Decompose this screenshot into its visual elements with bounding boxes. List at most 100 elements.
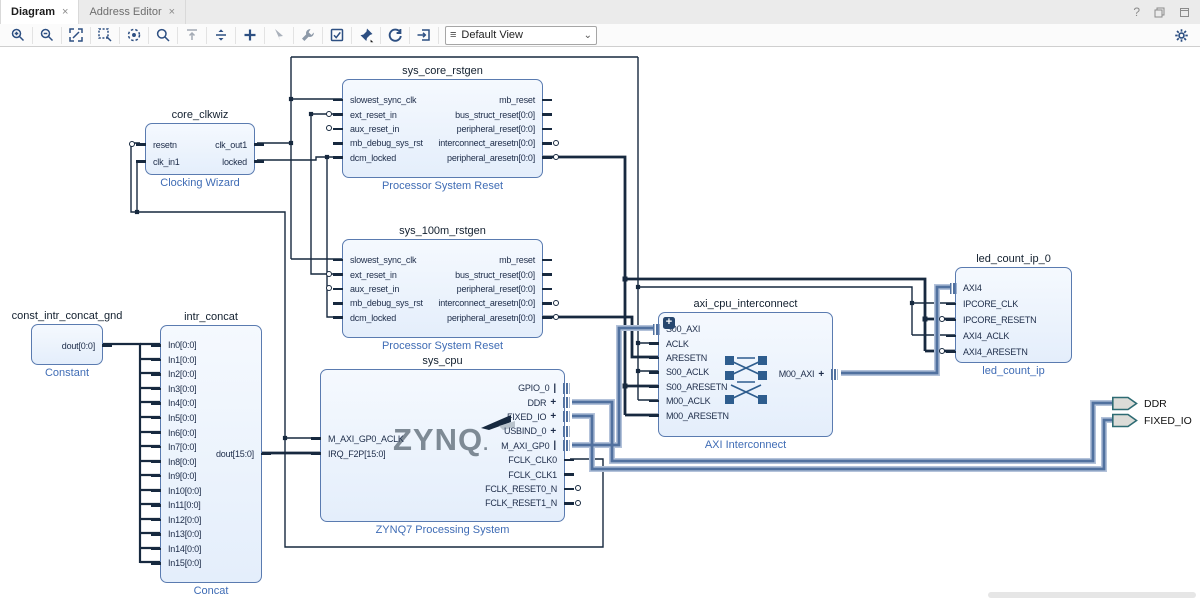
port-m_axi_gp0_aclk[interactable]: M_AXI_GP0_ACLK xyxy=(328,431,404,446)
port-m00_axi[interactable]: M00_AXI+ xyxy=(779,366,825,382)
external-port-ddr[interactable]: DDR xyxy=(1112,396,1167,411)
port-m00_aresetn[interactable]: M00_ARESETN xyxy=(666,408,729,422)
port-peripheral_reset00[interactable]: peripheral_reset[0:0] xyxy=(457,282,535,296)
port-fixed_io[interactable]: FIXED_IO+ xyxy=(507,410,557,424)
port-clk_out1[interactable]: clk_out1 xyxy=(215,136,247,153)
port-in900[interactable]: In9[0:0] xyxy=(168,469,196,484)
block-axi-interconnect[interactable]: axi_cpu_interconnect + S00_AXIACLKARESET… xyxy=(658,312,833,437)
port-in800[interactable]: In8[0:0] xyxy=(168,454,196,469)
pin-button[interactable] xyxy=(357,26,375,44)
port-ipcore_resetn[interactable]: IPCORE_RESETN xyxy=(963,312,1036,328)
port-aux_reset_in[interactable]: aux_reset_in xyxy=(350,122,399,136)
port-aresetn[interactable]: ARESETN xyxy=(666,351,707,365)
port-resetn[interactable]: resetn xyxy=(153,136,177,153)
port-interconnect_aresetn00[interactable]: interconnect_aresetn[0:0] xyxy=(438,296,535,310)
block-sys-100m-rstgen[interactable]: sys_100m_rstgen slowest_sync_clkext_rese… xyxy=(342,239,543,338)
port-fclk_clk1[interactable]: FCLK_CLK1 xyxy=(508,467,557,481)
close-icon[interactable]: × xyxy=(62,6,68,18)
close-icon[interactable]: × xyxy=(169,6,175,18)
port-s00_aresetn[interactable]: S00_ARESETN xyxy=(666,380,727,394)
port-peripheral_aresetn00[interactable]: peripheral_aresetn[0:0] xyxy=(447,151,535,165)
port-ext_reset_in[interactable]: ext_reset_in xyxy=(350,267,397,281)
port-axi4_aclk[interactable]: AXI4_ACLK xyxy=(963,328,1009,344)
port-in700[interactable]: In7[0:0] xyxy=(168,440,196,455)
customize-block-button[interactable] xyxy=(299,26,317,44)
port-in1200[interactable]: In12[0:0] xyxy=(168,513,201,528)
zoom-selection-button[interactable] xyxy=(96,26,114,44)
port-peripheral_aresetn00[interactable]: peripheral_aresetn[0:0] xyxy=(447,311,535,325)
expand-interface-icon[interactable]: + xyxy=(550,426,556,437)
port-dout00[interactable]: dout[0:0] xyxy=(62,337,95,354)
expand-hierarchy-button[interactable] xyxy=(212,26,230,44)
port-aux_reset_in[interactable]: aux_reset_in xyxy=(350,282,399,296)
interface-bar-icon[interactable]: | xyxy=(553,383,556,394)
horizontal-scrollbar[interactable] xyxy=(988,592,1196,598)
port-clk_in1[interactable]: clk_in1 xyxy=(153,153,180,170)
interface-ports-button[interactable] xyxy=(415,26,433,44)
help-icon[interactable]: ? xyxy=(1133,5,1140,19)
port-in400[interactable]: In4[0:0] xyxy=(168,396,196,411)
tab-address-editor[interactable]: Address Editor × xyxy=(79,0,186,24)
zoom-out-button[interactable] xyxy=(38,26,56,44)
block-sys-cpu[interactable]: sys_cpu ZYNQ. M_AXI_GP0_ACLKIRQ_F2P[15:0… xyxy=(320,369,565,522)
zoom-fit-button[interactable] xyxy=(67,26,85,44)
external-port-fixed-io[interactable]: FIXED_IO xyxy=(1112,413,1192,428)
settings-gear-icon[interactable] xyxy=(1172,26,1190,44)
port-in600[interactable]: In6[0:0] xyxy=(168,425,196,440)
float-window-icon[interactable] xyxy=(1154,7,1165,18)
block-led-count-ip[interactable]: led_count_ip_0 AXI4IPCORE_CLKIPCORE_RESE… xyxy=(955,267,1072,363)
expand-interface-icon[interactable]: + xyxy=(550,397,556,408)
port-mb_debug_sys_rst[interactable]: mb_debug_sys_rst xyxy=(350,296,423,310)
tab-diagram[interactable]: Diagram × xyxy=(0,0,79,24)
add-ip-button[interactable] xyxy=(241,26,259,44)
collapse-hierarchy-button[interactable] xyxy=(183,26,201,44)
port-in1300[interactable]: In13[0:0] xyxy=(168,527,201,542)
zoom-in-button[interactable] xyxy=(9,26,27,44)
block-sys-core-rstgen[interactable]: sys_core_rstgen slowest_sync_clkext_rese… xyxy=(342,79,543,178)
fit-selection-button[interactable] xyxy=(125,26,143,44)
port-ipcore_clk[interactable]: IPCORE_CLK xyxy=(963,296,1018,312)
view-selector[interactable]: ≡ Default View ⌄ xyxy=(445,26,597,45)
port-dout150[interactable]: dout[15:0] xyxy=(216,446,254,462)
port-gpio_0[interactable]: GPIO_0| xyxy=(518,381,557,395)
interface-bar-icon[interactable]: | xyxy=(553,440,556,451)
port-m00_aclk[interactable]: M00_ACLK xyxy=(666,394,710,408)
port-usbind_0[interactable]: USBIND_0+ xyxy=(504,424,557,438)
block-intr-concat[interactable]: intr_concat In0[0:0]In1[0:0]In2[0:0]In3[… xyxy=(160,325,262,583)
validate-design-button[interactable] xyxy=(328,26,346,44)
port-axi4_aresetn[interactable]: AXI4_ARESETN xyxy=(963,344,1028,360)
port-mb_debug_sys_rst[interactable]: mb_debug_sys_rst xyxy=(350,136,423,150)
search-button[interactable] xyxy=(154,26,172,44)
port-peripheral_reset00[interactable]: peripheral_reset[0:0] xyxy=(457,122,535,136)
block-constant[interactable]: const_intr_concat_gnd dout[0:0] Constant xyxy=(31,324,103,365)
port-in1000[interactable]: In10[0:0] xyxy=(168,483,201,498)
port-in300[interactable]: In3[0:0] xyxy=(168,382,196,397)
port-ext_reset_in[interactable]: ext_reset_in xyxy=(350,107,397,121)
expand-interface-icon[interactable]: + xyxy=(550,411,556,422)
port-in200[interactable]: In2[0:0] xyxy=(168,367,196,382)
regenerate-layout-button[interactable] xyxy=(386,26,404,44)
expand-interface-icon[interactable]: + xyxy=(818,369,824,380)
port-dcm_locked[interactable]: dcm_locked xyxy=(350,151,396,165)
block-core-clkwiz[interactable]: core_clkwiz resetnclk_in1clk_out1locked … xyxy=(145,123,255,175)
port-in1500[interactable]: In15[0:0] xyxy=(168,556,201,571)
maximize-icon[interactable] xyxy=(1179,7,1190,18)
port-dcm_locked[interactable]: dcm_locked xyxy=(350,311,396,325)
port-s00_aclk[interactable]: S00_ACLK xyxy=(666,365,709,379)
port-irq_f2p150[interactable]: IRQ_F2P[15:0] xyxy=(328,446,385,461)
port-slowest_sync_clk[interactable]: slowest_sync_clk xyxy=(350,253,416,267)
port-fclk_clk0[interactable]: FCLK_CLK0 xyxy=(508,453,557,467)
port-mb_reset[interactable]: mb_reset xyxy=(499,93,535,107)
port-m_axi_gp0[interactable]: M_AXI_GP0| xyxy=(501,439,557,453)
select-pointer-button[interactable] xyxy=(270,26,288,44)
port-in000[interactable]: In0[0:0] xyxy=(168,338,196,353)
expand-block-button[interactable]: + xyxy=(663,317,675,329)
port-locked[interactable]: locked xyxy=(222,153,247,170)
port-aclk[interactable]: ACLK xyxy=(666,336,689,350)
port-in1100[interactable]: In11[0:0] xyxy=(168,498,201,513)
port-slowest_sync_clk[interactable]: slowest_sync_clk xyxy=(350,93,416,107)
port-ddr[interactable]: DDR+ xyxy=(527,395,557,409)
port-fclk_reset0_n[interactable]: FCLK_RESET0_N xyxy=(485,482,557,496)
port-interconnect_aresetn00[interactable]: interconnect_aresetn[0:0] xyxy=(438,136,535,150)
port-bus_struct_reset00[interactable]: bus_struct_reset[0:0] xyxy=(455,107,535,121)
